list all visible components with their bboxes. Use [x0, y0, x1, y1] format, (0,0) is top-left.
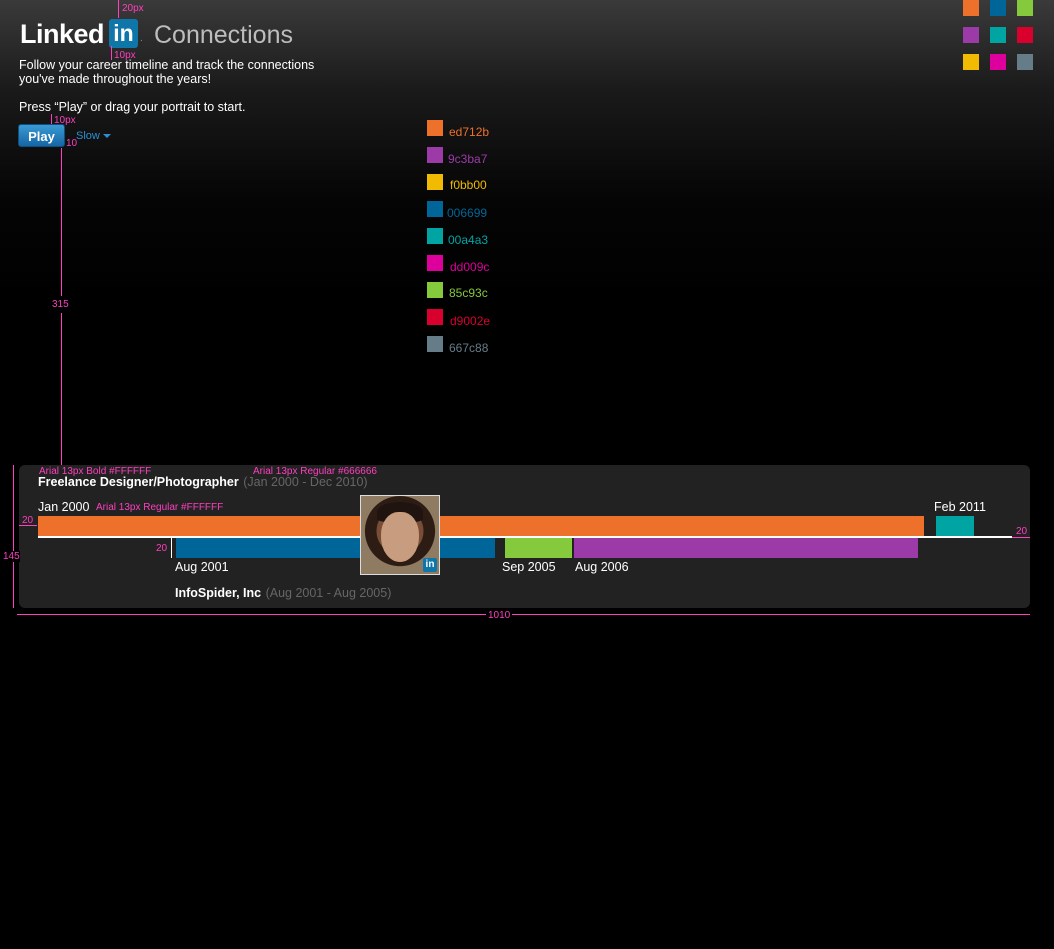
color-swatch-label: 006699 — [447, 206, 488, 220]
spec-annotation: 10px — [54, 115, 76, 126]
play-button[interactable]: Play — [18, 124, 65, 147]
spec-annotation: 20 — [22, 515, 34, 526]
logo-mark: . — [140, 33, 143, 44]
instruction-text: Press “Play” or drag your portrait to st… — [19, 100, 246, 114]
chevron-down-icon — [102, 134, 111, 139]
spec-annotation: 20px — [122, 3, 144, 14]
top-job-heading: Freelance Designer/Photographer (Jan 200… — [38, 473, 368, 491]
spec-line — [17, 614, 1030, 615]
spec-annotation: 20 — [156, 543, 168, 554]
date-label: Aug 2006 — [575, 560, 629, 574]
spec-annotation: 145 — [3, 551, 20, 562]
color-swatch-label: dd009c — [450, 260, 490, 274]
palette-swatch — [990, 54, 1006, 70]
spec-annotation: 10 — [66, 138, 78, 149]
color-swatch-label: d9002e — [450, 314, 491, 328]
spec-annotation: 315 — [52, 299, 69, 310]
spec-annotation: 20 — [1016, 526, 1028, 537]
color-swatch — [427, 282, 443, 298]
palette-swatch — [963, 54, 979, 70]
spec-annotation: 10px — [114, 50, 136, 61]
portrait-face — [381, 512, 419, 562]
palette-swatch — [990, 27, 1006, 43]
palette-swatch — [1017, 0, 1033, 16]
speed-dropdown[interactable]: Slow — [76, 130, 111, 142]
spec-line — [111, 46, 112, 60]
color-swatch — [427, 255, 443, 271]
color-swatch-label: 00a4a3 — [448, 233, 489, 247]
color-swatch — [427, 201, 443, 217]
timeline-bar-next-job[interactable] — [936, 516, 974, 536]
spec-annotation: 1010 — [486, 610, 513, 621]
job-title: Freelance Designer/Photographer — [38, 475, 239, 489]
spec-line — [118, 0, 119, 18]
job-title: InfoSpider, Inc — [175, 586, 262, 600]
date-label: Jan 2000 — [38, 500, 90, 514]
spec-line — [51, 114, 52, 124]
speed-label: Slow — [76, 130, 100, 142]
job-date-range: (Aug 2001 - Aug 2005) — [265, 586, 392, 600]
color-swatch-label: 667c88 — [449, 341, 489, 355]
color-swatch — [427, 174, 443, 190]
color-swatch — [427, 309, 443, 325]
logo-badge: in — [109, 19, 138, 48]
date-label: Feb 2011 — [934, 500, 986, 514]
timeline-bar-infospider[interactable] — [176, 538, 495, 558]
color-swatch — [427, 147, 443, 163]
spec-line — [13, 465, 14, 608]
logo-text: Linked — [20, 19, 105, 49]
date-label: Aug 2001 — [175, 560, 229, 574]
tagline: Follow your career timeline and track th… — [19, 58, 315, 86]
color-swatch — [427, 228, 443, 244]
portrait-handle[interactable]: in — [360, 495, 440, 575]
spec-line — [61, 148, 62, 296]
palette-swatch — [1017, 54, 1033, 70]
app-title: Connections — [154, 21, 293, 49]
palette-swatch — [990, 0, 1006, 16]
palette-swatch — [963, 27, 979, 43]
spec-annotation: Arial 13px Regular #FFFFFF — [96, 502, 224, 513]
bar-tick — [171, 538, 172, 558]
spec-line — [1012, 537, 1030, 538]
timeline-bar-green[interactable] — [505, 538, 572, 558]
bottom-job-heading: InfoSpider, Inc (Aug 2001 - Aug 2005) — [175, 584, 391, 602]
color-swatch-label: f0bb00 — [450, 178, 487, 192]
color-swatch-label: ed712b — [449, 125, 490, 139]
color-swatch — [427, 336, 443, 352]
timeline-bar-freelance[interactable] — [38, 516, 924, 536]
timeline-bar-purple[interactable] — [574, 538, 918, 558]
linkedin-badge-icon: in — [423, 558, 437, 572]
date-label: Sep 2005 — [502, 560, 556, 574]
color-swatch-label: 9c3ba7 — [448, 152, 488, 166]
spec-line — [61, 313, 62, 465]
palette-swatch — [963, 0, 979, 16]
color-swatch-label: 85c93c — [449, 286, 488, 300]
color-swatch — [427, 120, 443, 136]
palette-swatch — [1017, 27, 1033, 43]
job-date-range: (Jan 2000 - Dec 2010) — [243, 475, 368, 489]
